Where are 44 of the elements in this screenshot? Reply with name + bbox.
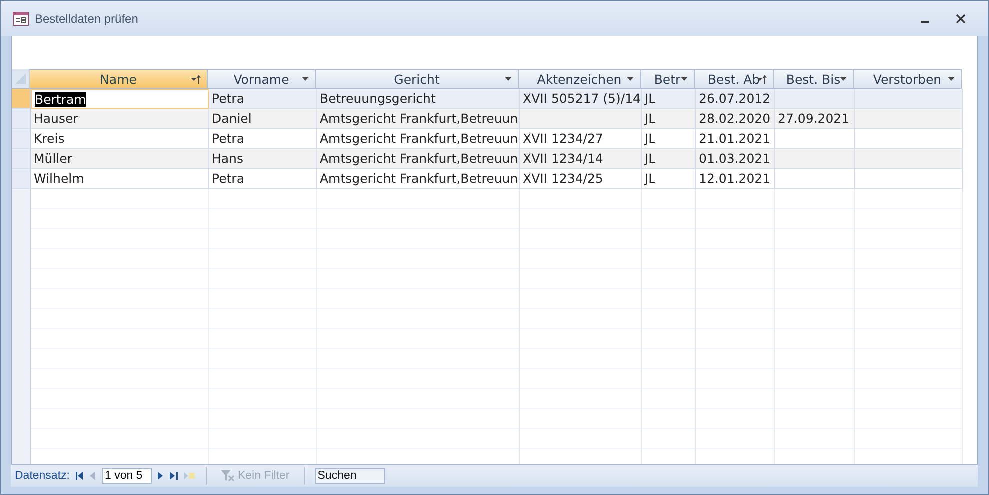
table-cell: Amtsgericht Frankfurt,Betreuun <box>317 109 520 129</box>
column-header[interactable]: Verstorben <box>854 69 962 89</box>
table-cell: Daniel <box>209 109 317 129</box>
next-record-icon[interactable] <box>158 472 164 480</box>
selected-text: Bertram <box>35 92 86 106</box>
table-cell: Petra <box>209 89 317 109</box>
dropdown-icon[interactable] <box>505 77 512 81</box>
table-cell: XVII 505217 (5)/14 <box>520 89 642 109</box>
dropdown-icon[interactable] <box>627 77 634 81</box>
table-cell: Hans <box>209 149 317 169</box>
table-cell: 28.02.2020 <box>696 109 775 129</box>
window-title: Bestelldaten prüfen <box>35 12 138 26</box>
table-cell: JL <box>642 149 696 169</box>
dropdown-icon[interactable] <box>948 77 955 81</box>
column-header[interactable]: Gericht <box>316 69 519 89</box>
table-cell: 01.03.2021 <box>696 149 775 169</box>
table-cell: JL <box>642 89 696 109</box>
form-icon <box>13 12 29 26</box>
last-record-icon[interactable] <box>170 472 178 480</box>
table-cell: 27.09.2021 <box>775 109 855 129</box>
table-cell: JL <box>642 109 696 129</box>
table-cell: XVII 1234/14 <box>520 149 642 169</box>
corner-triangle-icon <box>15 73 26 85</box>
table-cell: Hauser <box>31 109 209 129</box>
record-field[interactable]: 1 von 5 <box>102 468 152 484</box>
table-cell: Betreuungsgericht <box>317 89 520 109</box>
dropdown-icon[interactable] <box>681 77 688 81</box>
column-header[interactable]: Vorname <box>208 69 316 89</box>
search-field[interactable]: Suchen <box>314 468 385 484</box>
column-header[interactable]: Best. Ab <box>695 69 774 89</box>
column-header[interactable]: Best. Bis <box>774 69 854 89</box>
table-cell[interactable]: Bertram <box>31 89 209 109</box>
column-header[interactable]: Name <box>30 69 208 89</box>
table-cell: Amtsgericht Frankfurt,Betreuun <box>317 149 520 169</box>
dropdown-icon[interactable] <box>840 77 847 81</box>
first-record-icon[interactable] <box>76 472 84 480</box>
column-header[interactable]: Betr <box>641 69 695 89</box>
close-icon[interactable] <box>956 14 966 24</box>
dropdown-icon[interactable] <box>302 77 309 81</box>
table-cell: 26.07.2012 <box>696 89 775 109</box>
filter-off-icon <box>220 470 235 482</box>
record-label: Datensatz: <box>15 470 70 482</box>
table-cell: Müller <box>31 149 209 169</box>
column-header[interactable]: Aktenzeichen <box>519 69 641 89</box>
